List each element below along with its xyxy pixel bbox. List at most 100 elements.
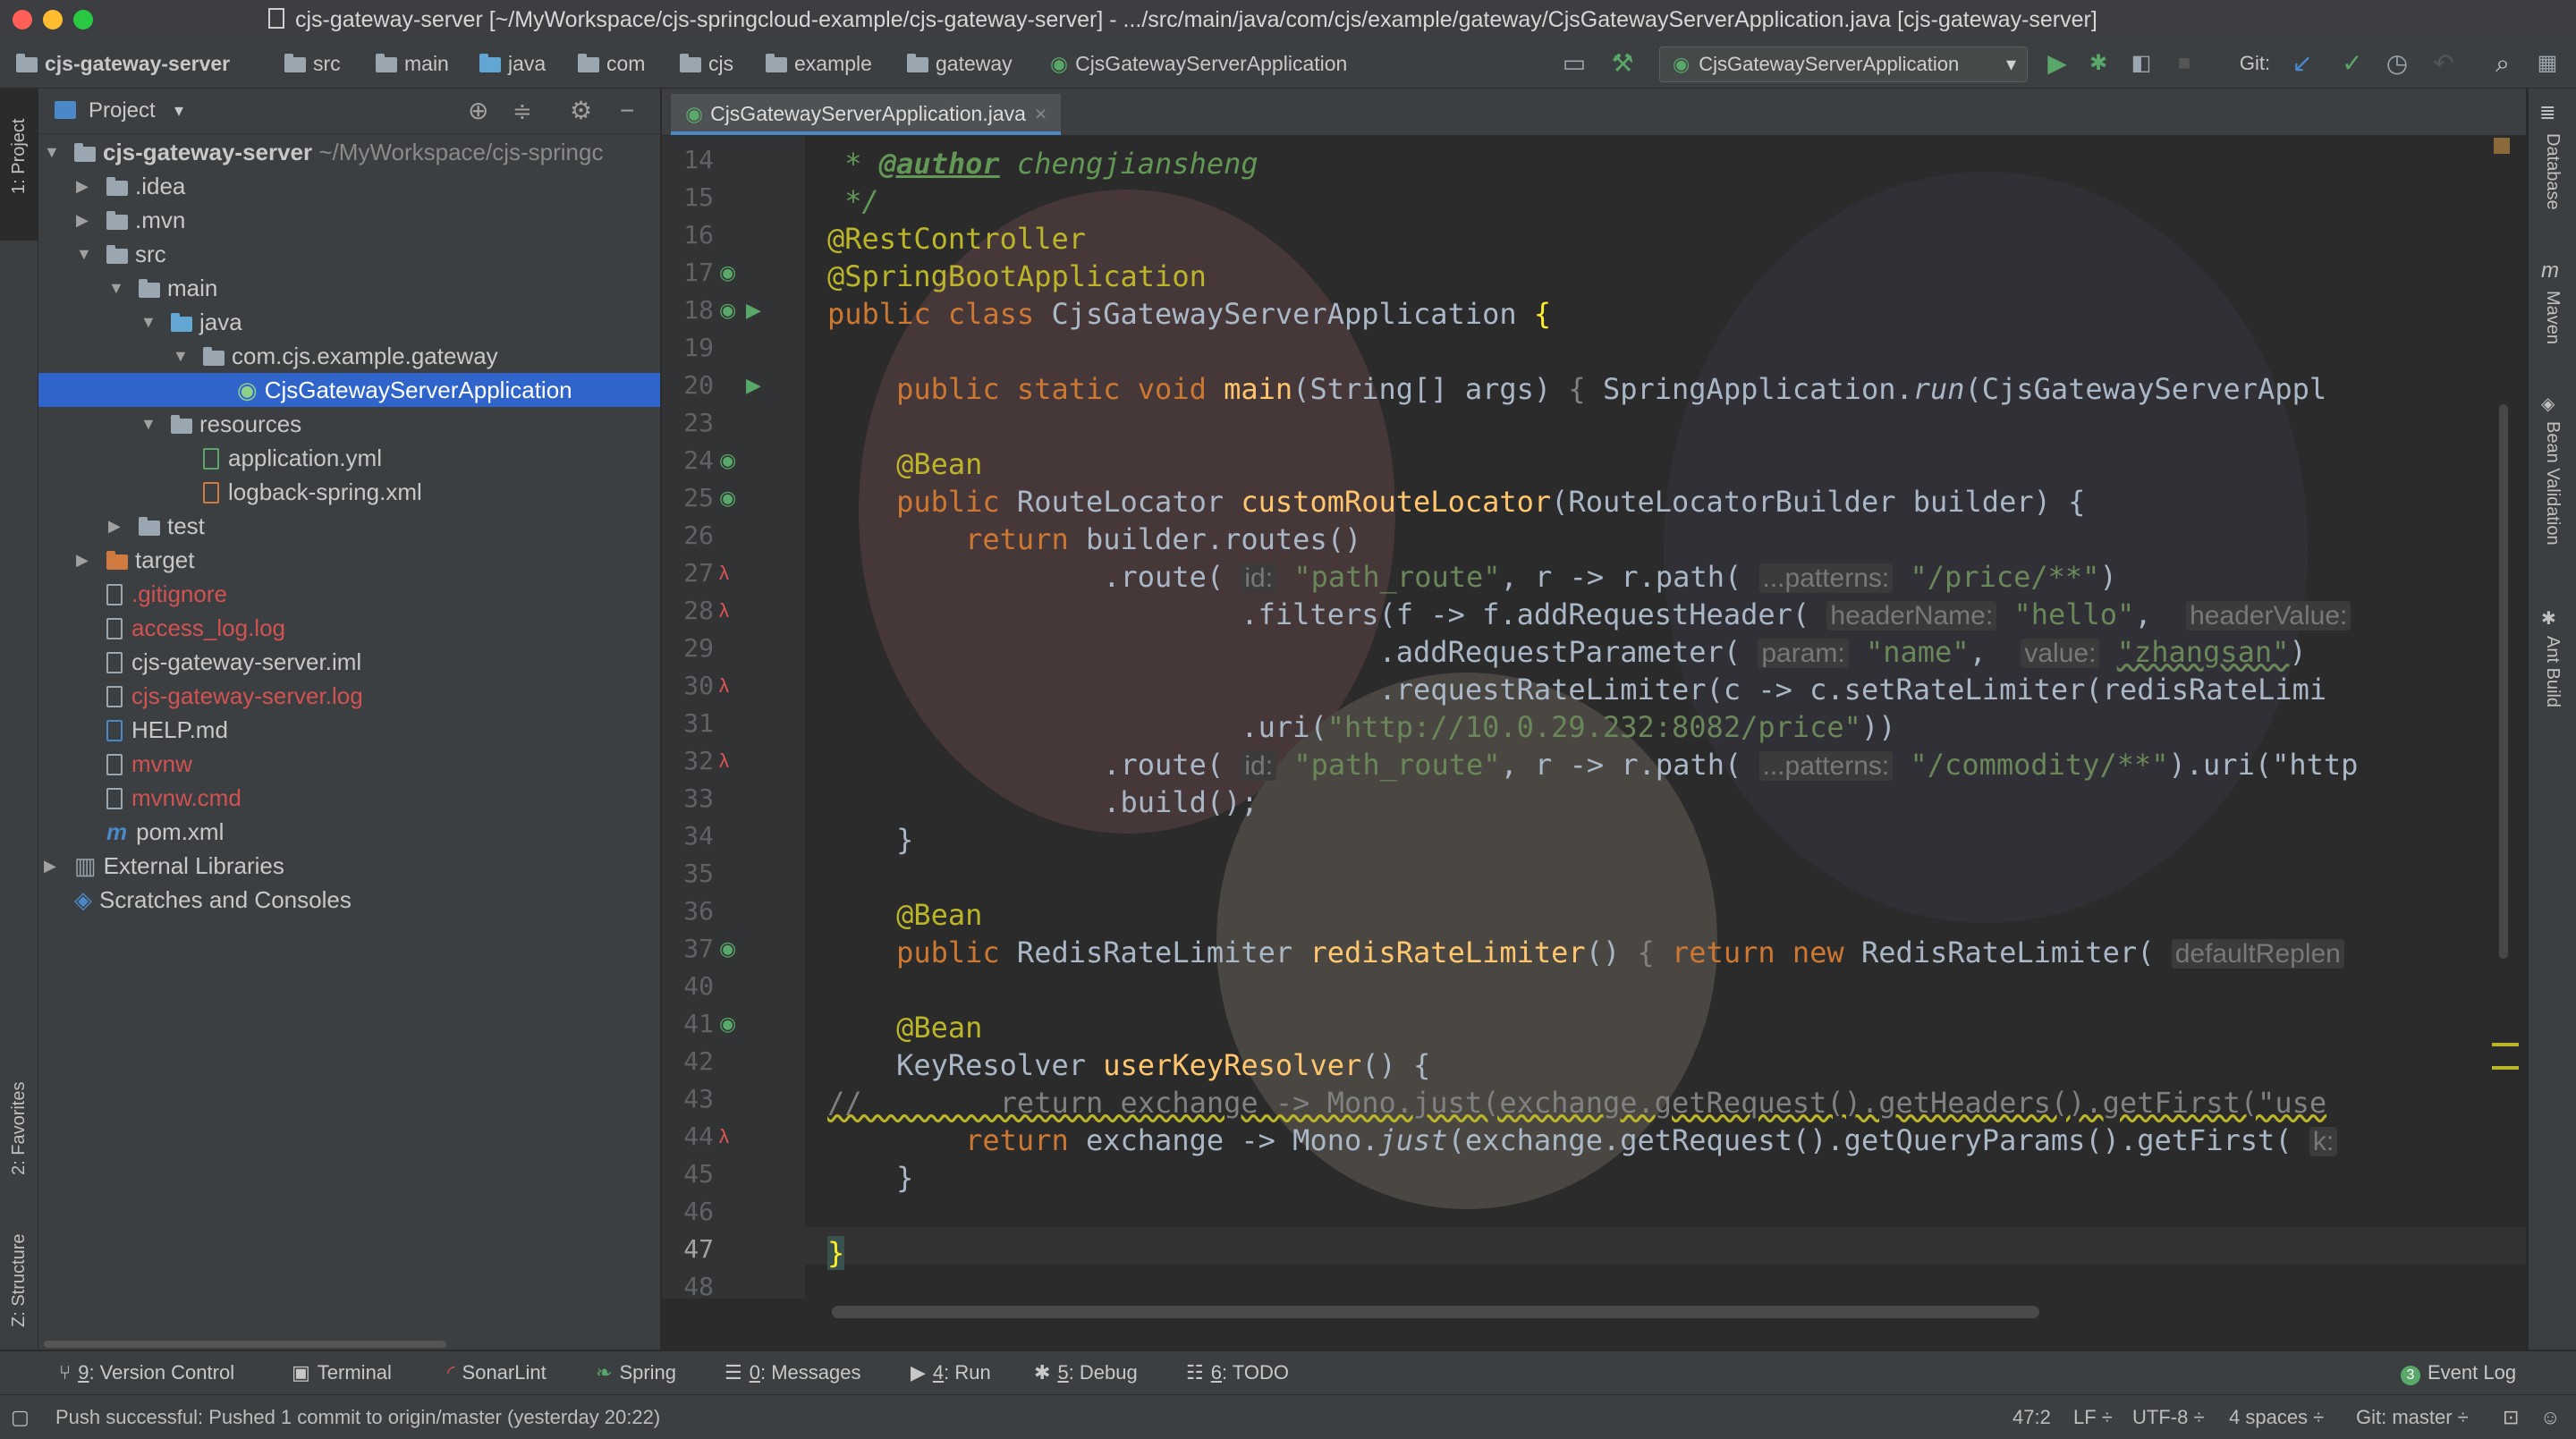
- ant-build-tool-tab[interactable]: Ant Build: [2542, 636, 2563, 707]
- tab-spring[interactable]: ❧ Spring: [596, 1351, 676, 1394]
- zoom-window-button[interactable]: [73, 10, 93, 30]
- lambda-gutter-icon[interactable]: λ: [719, 749, 729, 773]
- file-encoding[interactable]: UTF-8 ÷: [2132, 1395, 2205, 1439]
- code-editor[interactable]: 14 15 16 17 18 19 20 23 24 25 26 27 28 2…: [662, 136, 2526, 1299]
- tab-terminal[interactable]: ▣ Terminal: [292, 1351, 392, 1394]
- spring-bean-gutter-icon[interactable]: ◉: [719, 449, 736, 472]
- structure-tool-tab[interactable]: Z: Structure: [0, 1206, 38, 1350]
- error-stripe-mark[interactable]: [2492, 1066, 2519, 1070]
- locate-file-icon[interactable]: ⊕: [468, 89, 488, 133]
- tab-todo[interactable]: ☷ 6: TODO: [1186, 1351, 1289, 1394]
- tab-version-control[interactable]: ⑂ 9: Version Control: [59, 1351, 234, 1394]
- tree-row-test[interactable]: ▶ test: [38, 509, 660, 543]
- close-window-button[interactable]: [13, 10, 32, 30]
- caret-position[interactable]: 47:2: [2012, 1395, 2051, 1439]
- lambda-gutter-icon[interactable]: λ: [719, 1125, 729, 1148]
- tab-debug[interactable]: ✱ 5: Debug: [1034, 1351, 1138, 1394]
- editor-horizontal-scrollbar[interactable]: [832, 1306, 2039, 1318]
- inspector-icon[interactable]: ☺: [2540, 1395, 2560, 1439]
- lambda-gutter-icon[interactable]: λ: [719, 599, 729, 622]
- breadcrumb-cjs[interactable]: cjs: [680, 39, 733, 88]
- tree-row-package[interactable]: ▼ com.cjs.example.gateway: [38, 339, 660, 373]
- tree-row-logback-xml[interactable]: logback-spring.xml: [38, 475, 660, 509]
- tree-row-scratches[interactable]: ◈ Scratches and Consoles: [38, 883, 660, 917]
- minimize-window-button[interactable]: [43, 10, 63, 30]
- close-tab-icon[interactable]: ×: [1035, 102, 1046, 125]
- spring-bean-gutter-icon[interactable]: ◉: [719, 1012, 736, 1036]
- tree-row-server-log[interactable]: cjs-gateway-server.log: [38, 679, 660, 713]
- tab-cjs-gateway-server-application[interactable]: ◉ CjsGatewayServerApplication.java ×: [671, 94, 1062, 135]
- tree-row-main[interactable]: ▼ main: [38, 271, 660, 305]
- build-hammer-icon[interactable]: ⚒: [1606, 39, 1639, 88]
- tree-row-target[interactable]: ▶ target: [38, 543, 660, 577]
- tree-row-iml[interactable]: cjs-gateway-server.iml: [38, 645, 660, 679]
- tree-row-external-libraries[interactable]: ▶ ▥ External Libraries: [38, 849, 660, 883]
- breadcrumb-main[interactable]: main: [376, 39, 449, 88]
- project-structure-icon[interactable]: ▦: [2531, 39, 2563, 88]
- breadcrumb-java[interactable]: java: [479, 39, 546, 88]
- tree-row-resources[interactable]: ▼ resources: [38, 407, 660, 441]
- tree-row-java[interactable]: ▼ java: [38, 305, 660, 339]
- lambda-gutter-icon[interactable]: λ: [719, 674, 729, 698]
- chevron-down-icon[interactable]: ▾: [174, 89, 183, 133]
- tree-row-help-md[interactable]: HELP.md: [38, 713, 660, 747]
- run-gutter-icon[interactable]: ▶: [746, 374, 761, 397]
- breadcrumb-class[interactable]: ◉ CjsGatewayServerApplication: [1050, 39, 1347, 88]
- gear-icon[interactable]: ⚙: [570, 89, 592, 133]
- debug-icon[interactable]: ✱: [2082, 39, 2114, 88]
- project-tool-tab[interactable]: 1: Project: [0, 89, 38, 241]
- tree-row-idea[interactable]: ▶ .idea: [38, 169, 660, 203]
- rollback-icon[interactable]: ↶: [2428, 39, 2460, 88]
- run-configuration-select[interactable]: ◉ CjsGatewayServerApplication ▾: [1659, 47, 2028, 82]
- tab-event-log[interactable]: 3 Event Log: [2401, 1351, 2516, 1394]
- tree-row-mvnw[interactable]: mvnw: [38, 747, 660, 781]
- maven-tool-tab[interactable]: Maven: [2542, 291, 2563, 344]
- lock-icon[interactable]: ⊡: [2503, 1395, 2519, 1439]
- tree-row-pom-xml[interactable]: m pom.xml: [38, 815, 660, 849]
- database-tool-tab[interactable]: Database: [2542, 133, 2563, 210]
- search-icon[interactable]: ⌕: [2487, 39, 2519, 88]
- tool-windows-toggle-icon[interactable]: ▢: [11, 1395, 30, 1439]
- stop-icon[interactable]: ■: [2168, 39, 2200, 88]
- breadcrumb-project[interactable]: cjs-gateway-server: [16, 39, 230, 88]
- project-horizontal-scrollbar[interactable]: [44, 1341, 446, 1348]
- spring-bean-gutter-icon[interactable]: ◉: [719, 261, 736, 284]
- breadcrumb-src[interactable]: src: [284, 39, 341, 88]
- spring-bean-gutter-icon[interactable]: ◉: [719, 299, 736, 322]
- tree-row-mvn[interactable]: ▶ .mvn: [38, 203, 660, 237]
- favorites-tool-tab[interactable]: 2: Favorites: [0, 1019, 38, 1206]
- spring-bean-gutter-icon[interactable]: ◉: [719, 937, 736, 961]
- line-separator[interactable]: LF ÷: [2073, 1395, 2113, 1439]
- bean-validation-tool-tab[interactable]: Bean Validation: [2542, 421, 2563, 546]
- project-view-label[interactable]: Project: [89, 89, 156, 133]
- status-message[interactable]: Push successful: Pushed 1 commit to orig…: [55, 1395, 660, 1439]
- tab-sonarlint[interactable]: ◜ SonarLint: [447, 1351, 547, 1394]
- hide-panel-icon[interactable]: −: [620, 89, 634, 133]
- editor-vertical-scrollbar[interactable]: [2499, 404, 2508, 959]
- tree-row-project-root[interactable]: ▼ cjs-gateway-server ~/MyWorkspace/cjs-sp…: [38, 135, 660, 169]
- run-icon[interactable]: ▶: [2041, 39, 2073, 88]
- inspection-status-icon[interactable]: [2494, 138, 2510, 154]
- spring-bean-gutter-icon[interactable]: ◉: [719, 487, 736, 510]
- tab-messages[interactable]: ☰ 0: Messages: [724, 1351, 860, 1394]
- lambda-gutter-icon[interactable]: λ: [719, 562, 729, 585]
- tree-row-access-log[interactable]: access_log.log: [38, 611, 660, 645]
- tree-row-main-class[interactable]: ◉ CjsGatewayServerApplication: [38, 373, 660, 407]
- run-gutter-icon[interactable]: ▶: [746, 299, 761, 322]
- tree-row-src[interactable]: ▼ src: [38, 237, 660, 271]
- tab-run[interactable]: ▶ 4: Run: [911, 1351, 991, 1394]
- breadcrumb-example[interactable]: example: [766, 39, 872, 88]
- breadcrumb-com[interactable]: com: [578, 39, 645, 88]
- tree-row-application-yml[interactable]: application.yml: [38, 441, 660, 475]
- tree-row-gitignore[interactable]: .gitignore: [38, 577, 660, 611]
- breadcrumb-gateway[interactable]: gateway: [907, 39, 1013, 88]
- git-update-icon[interactable]: ↙: [2286, 39, 2318, 88]
- error-stripe-mark[interactable]: [2492, 1043, 2519, 1046]
- tree-row-mvnw-cmd[interactable]: mvnw.cmd: [38, 781, 660, 815]
- indent-setting[interactable]: 4 spaces ÷: [2229, 1395, 2324, 1439]
- layout-icon[interactable]: ▭: [1558, 39, 1590, 88]
- git-commit-icon[interactable]: ✓: [2336, 39, 2368, 88]
- git-branch[interactable]: Git: master ÷: [2356, 1395, 2469, 1439]
- history-icon[interactable]: ◷: [2381, 39, 2413, 88]
- coverage-icon[interactable]: ◧: [2125, 39, 2157, 88]
